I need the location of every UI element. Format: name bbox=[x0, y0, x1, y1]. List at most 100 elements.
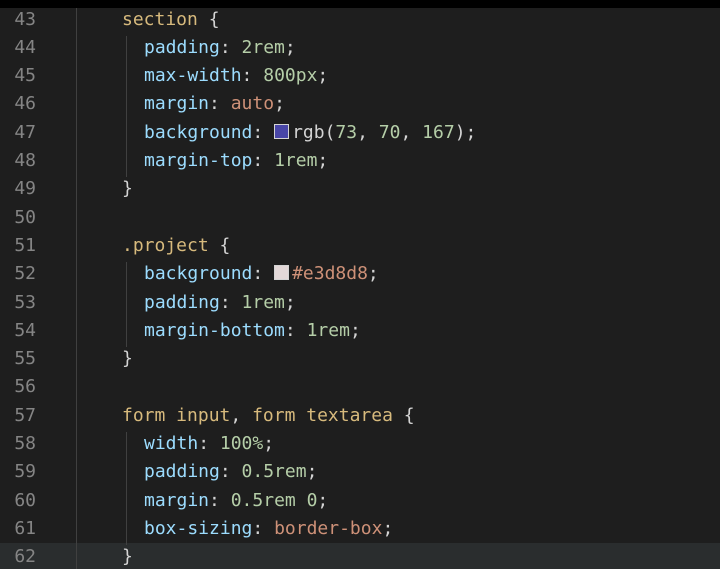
code-text: background: #e3d8d8; bbox=[144, 260, 379, 288]
code-token: margin-top bbox=[144, 150, 253, 171]
code-token: ; bbox=[367, 263, 379, 285]
code-line[interactable]: 50 bbox=[0, 204, 720, 232]
line-number: 59 bbox=[14, 461, 36, 483]
line-number: 49 bbox=[14, 178, 36, 200]
code-token: ; bbox=[284, 36, 296, 58]
code-line[interactable]: 47 background: rgb(73, 70, 167); bbox=[0, 119, 720, 147]
line-number: 57 bbox=[14, 404, 36, 426]
code-token: rgb( bbox=[292, 121, 336, 143]
code-text: width: 100%; bbox=[144, 430, 274, 458]
line-number: 60 bbox=[14, 489, 36, 511]
code-token: : bbox=[252, 121, 275, 143]
code-text: form input, form textarea { bbox=[122, 402, 415, 430]
code-token: 2rem bbox=[241, 36, 285, 58]
code-line[interactable]: 60 margin: 0.5rem 0; bbox=[0, 487, 720, 515]
code-token: background bbox=[144, 121, 253, 143]
code-token: ; bbox=[382, 517, 394, 539]
code-text: padding: 2rem; bbox=[144, 34, 296, 62]
line-number: 50 bbox=[14, 206, 36, 228]
code-token: { bbox=[392, 404, 415, 426]
code-line[interactable]: 59 padding: 0.5rem; bbox=[0, 458, 720, 486]
code-token: ; bbox=[317, 489, 329, 511]
code-token: 70 bbox=[378, 121, 401, 143]
line-number: 44 bbox=[14, 36, 36, 58]
code-token: .project bbox=[122, 234, 209, 256]
code-token: margin bbox=[144, 93, 210, 115]
code-text: max-width: 800px; bbox=[144, 62, 328, 90]
code-line[interactable]: 52 background: #e3d8d8; bbox=[0, 260, 720, 288]
code-line[interactable]: 43 section { bbox=[0, 6, 720, 34]
code-token: 73 bbox=[335, 121, 358, 143]
code-token: : bbox=[252, 263, 275, 285]
code-token: { bbox=[208, 234, 231, 256]
code-token: padding bbox=[144, 36, 220, 58]
code-line[interactable]: 49} bbox=[0, 175, 720, 203]
code-line[interactable]: 48 margin-top: 1rem; bbox=[0, 147, 720, 175]
code-line[interactable]: 51 .project { bbox=[0, 232, 720, 260]
code-token: 800px bbox=[263, 65, 318, 87]
code-line[interactable]: 61 box-sizing: border-box; bbox=[0, 515, 720, 543]
indent-guide-block-2 bbox=[126, 262, 127, 347]
line-number: 56 bbox=[14, 376, 36, 398]
line-number: 55 bbox=[14, 348, 36, 370]
code-text: box-sizing: border-box; bbox=[144, 515, 393, 543]
code-line[interactable]: 46 margin: auto; bbox=[0, 90, 720, 118]
indent-guide-block-1 bbox=[126, 36, 127, 177]
code-line[interactable]: 55} bbox=[0, 345, 720, 373]
code-line[interactable]: 54 margin-bottom: 1rem; bbox=[0, 317, 720, 345]
code-line[interactable]: 57 form input, form textarea { bbox=[0, 402, 720, 430]
code-token: 1rem bbox=[274, 150, 318, 171]
code-token: 167 bbox=[422, 121, 455, 143]
code-token: : bbox=[219, 291, 242, 313]
indent-guide-block-3 bbox=[126, 432, 127, 545]
code-token: auto bbox=[230, 93, 275, 115]
code-token: #e3d8d8 bbox=[292, 263, 368, 285]
code-text: padding: 0.5rem; bbox=[144, 458, 317, 486]
code-token: ; bbox=[284, 291, 296, 313]
code-line[interactable]: 58 width: 100%; bbox=[0, 430, 720, 458]
code-line[interactable]: 45 max-width: 800px; bbox=[0, 62, 720, 90]
code-token: } bbox=[122, 546, 133, 568]
code-token: 100% bbox=[219, 433, 264, 454]
code-token: background bbox=[144, 263, 253, 285]
code-line[interactable]: 44 padding: 2rem; bbox=[0, 34, 720, 62]
line-number: 51 bbox=[14, 234, 36, 256]
code-token: : bbox=[241, 65, 264, 87]
code-text: margin-top: 1rem; bbox=[144, 147, 328, 175]
line-number: 47 bbox=[14, 121, 36, 143]
code-text: background: rgb(73, 70, 167); bbox=[144, 119, 476, 147]
code-editor[interactable]: 43 section {44 padding: 2rem; 45 max-width: … bbox=[0, 0, 720, 569]
code-token: margin-bottom bbox=[144, 319, 285, 341]
code-token: 1rem bbox=[241, 291, 285, 313]
code-token: , bbox=[400, 121, 423, 143]
code-text: } bbox=[122, 175, 133, 203]
code-text: margin: 0.5rem 0; bbox=[144, 487, 328, 515]
color-swatch-icon[interactable] bbox=[274, 123, 290, 139]
indent-guide bbox=[76, 8, 77, 569]
line-number: 46 bbox=[14, 93, 36, 115]
code-line[interactable]: 56 bbox=[0, 373, 720, 401]
code-token: ; bbox=[306, 461, 318, 483]
line-number: 58 bbox=[14, 433, 36, 454]
code-token: , bbox=[230, 404, 253, 426]
code-token: 1rem bbox=[306, 319, 350, 341]
code-token: 0.5rem bbox=[241, 461, 307, 483]
code-token: form input bbox=[122, 404, 231, 426]
code-text: .project { bbox=[122, 232, 230, 260]
code-token: ; bbox=[317, 65, 329, 87]
code-line[interactable]: 53 padding: 1rem; bbox=[0, 289, 720, 317]
code-token: form textarea bbox=[252, 404, 393, 426]
line-number: 61 bbox=[14, 517, 36, 539]
code-token: : bbox=[209, 93, 231, 115]
code-token: , bbox=[357, 121, 379, 143]
line-number: 43 bbox=[14, 8, 36, 30]
line-number: 54 bbox=[14, 319, 36, 341]
code-token: : bbox=[219, 36, 242, 58]
code-token: width bbox=[144, 433, 199, 454]
code-token: box-sizing bbox=[144, 517, 253, 539]
color-swatch-icon[interactable] bbox=[274, 265, 290, 281]
code-token: 0.5rem 0 bbox=[230, 489, 318, 511]
code-token: padding bbox=[144, 291, 220, 313]
code-token: margin bbox=[144, 489, 210, 511]
code-line[interactable]: 62} bbox=[0, 543, 720, 569]
